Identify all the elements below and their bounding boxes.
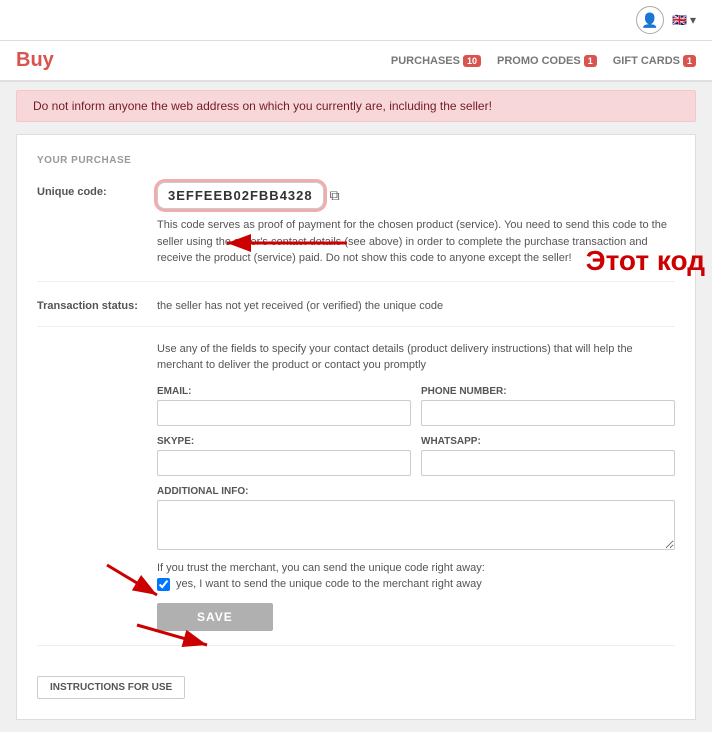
flag: 🇬🇧 — [672, 13, 687, 27]
send-code-text: If you trust the merchant, you can send … — [157, 562, 675, 574]
code-display: 3EFFEEB02FBB4328 ⧉ — [157, 182, 675, 209]
transaction-row: Transaction status: the seller has not y… — [37, 296, 675, 327]
send-code-section: If you trust the merchant, you can send … — [157, 562, 675, 591]
nav-promo-codes[interactable]: PROMO CODES 1 — [497, 55, 597, 67]
additional-textarea[interactable] — [157, 500, 675, 550]
checkbox-label: yes, I want to send the unique code to t… — [176, 578, 482, 590]
skype-label: SKYPE: — [157, 436, 411, 447]
language-selector[interactable]: 🇬🇧 ▾ — [672, 13, 696, 27]
transaction-status: the seller has not yet received (or veri… — [157, 296, 675, 312]
contact-content: Use any of the fields to specify your co… — [157, 341, 675, 631]
nav-links: PURCHASES 10 PROMO CODES 1 GIFT CARDS 1 — [391, 55, 696, 67]
unique-code-value: 3EFFEEB02FBB4328 — [157, 182, 324, 209]
annotation-text: Этот код — [586, 245, 705, 277]
phone-group: PHONE NUMBER: — [421, 386, 675, 426]
email-group: EMAIL: — [157, 386, 411, 426]
section-title: YOUR PURCHASE — [37, 155, 675, 166]
contact-description: Use any of the fields to specify your co… — [157, 341, 675, 374]
skype-group: SKYPE: — [157, 436, 411, 476]
purchases-badge: 10 — [463, 55, 481, 67]
alert-bar: Do not inform anyone the web address on … — [16, 90, 696, 122]
transaction-label: Transaction status: — [37, 296, 157, 312]
transaction-content: the seller has not yet received (or veri… — [157, 296, 675, 312]
whatsapp-group: WHATSAPP: — [421, 436, 675, 476]
unique-code-label: Unique code: — [37, 182, 157, 198]
email-input[interactable] — [157, 400, 411, 426]
promo-codes-label: PROMO CODES — [497, 55, 581, 67]
nav-purchases[interactable]: PURCHASES 10 — [391, 55, 481, 67]
fields-grid: EMAIL: PHONE NUMBER: SKYPE: WHATSAPP: — [157, 386, 675, 550]
main-content: Этот код YOUR PURCHASE Unique code: 3EFF… — [16, 134, 696, 720]
whatsapp-input[interactable] — [421, 450, 675, 476]
unique-code-row: Unique code: 3EFFEEB02FBB4328 ⧉ This cod… — [37, 182, 675, 282]
instructions-button[interactable]: INSTRUCTIONS FOR USE — [37, 676, 185, 699]
promo-codes-badge: 1 — [584, 55, 597, 67]
phone-input[interactable] — [421, 400, 675, 426]
additional-group: ADDITIONAL INFO: — [157, 486, 675, 550]
nav-gift-cards[interactable]: GIFT CARDS 1 — [613, 55, 696, 67]
gift-cards-badge: 1 — [683, 55, 696, 67]
save-button[interactable]: SAVE — [157, 603, 273, 631]
contact-row: Use any of the fields to specify your co… — [37, 341, 675, 646]
page-wrapper: 👤 🇬🇧 ▾ Buy PURCHASES 10 PROMO CODES 1 GI… — [0, 0, 712, 732]
contact-label — [37, 341, 157, 345]
dropdown-arrow-icon: ▾ — [690, 13, 696, 27]
checkbox-row: yes, I want to send the unique code to t… — [157, 578, 675, 591]
page-title: Buy — [16, 49, 54, 72]
whatsapp-label: WHATSAPP: — [421, 436, 675, 447]
email-label: EMAIL: — [157, 386, 411, 397]
skype-input[interactable] — [157, 450, 411, 476]
phone-label: PHONE NUMBER: — [421, 386, 675, 397]
nav-bar: Buy PURCHASES 10 PROMO CODES 1 GIFT CARD… — [0, 41, 712, 82]
top-bar-icons: 👤 🇬🇧 ▾ — [636, 6, 696, 34]
gift-cards-label: GIFT CARDS — [613, 55, 680, 67]
top-bar: 👤 🇬🇧 ▾ — [0, 0, 712, 41]
send-code-checkbox[interactable] — [157, 578, 170, 591]
alert-message: Do not inform anyone the web address on … — [33, 99, 492, 113]
additional-label: ADDITIONAL INFO: — [157, 486, 675, 497]
purchases-label: PURCHASES — [391, 55, 460, 67]
copy-icon[interactable]: ⧉ — [330, 187, 340, 204]
user-icon[interactable]: 👤 — [636, 6, 664, 34]
